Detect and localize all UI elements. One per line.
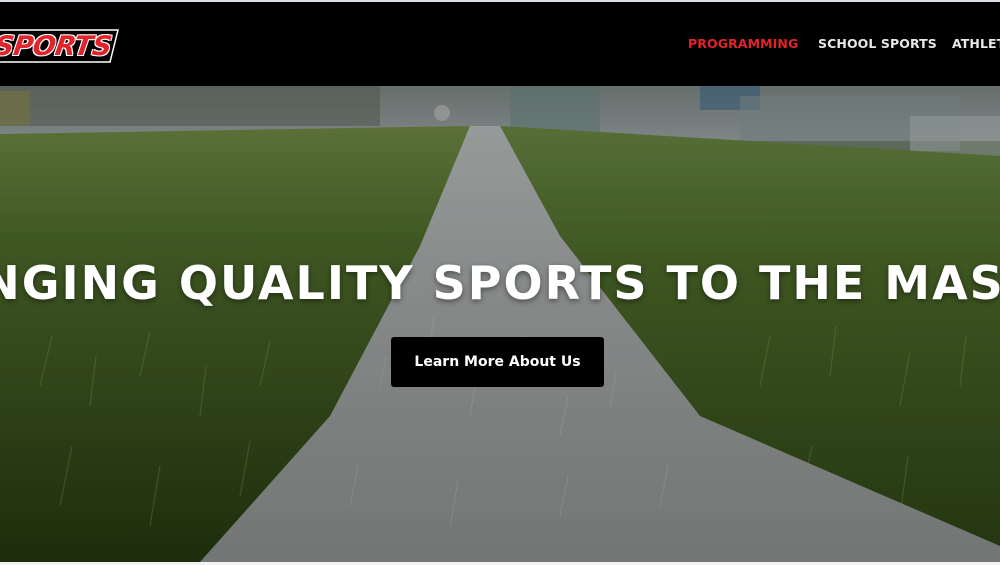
nav-item-athletics[interactable]: ATHLET (952, 35, 1000, 53)
site-header: SPORTS PROGRAMMING SCHOOL SPORTS ATHLET (0, 2, 1000, 86)
nav-item-programming[interactable]: PROGRAMMING (688, 35, 798, 53)
nav-item-school-sports[interactable]: SCHOOL SPORTS (818, 35, 937, 53)
learn-more-button[interactable]: Learn More About Us (391, 337, 604, 387)
main-nav: PROGRAMMING SCHOOL SPORTS ATHLET (0, 2, 1000, 86)
hero-banner: INGING QUALITY SPORTS TO THE MASS Learn … (0, 86, 1000, 562)
hero-background-image (0, 86, 1000, 562)
hero-headline: INGING QUALITY SPORTS TO THE MASS (0, 256, 1000, 310)
